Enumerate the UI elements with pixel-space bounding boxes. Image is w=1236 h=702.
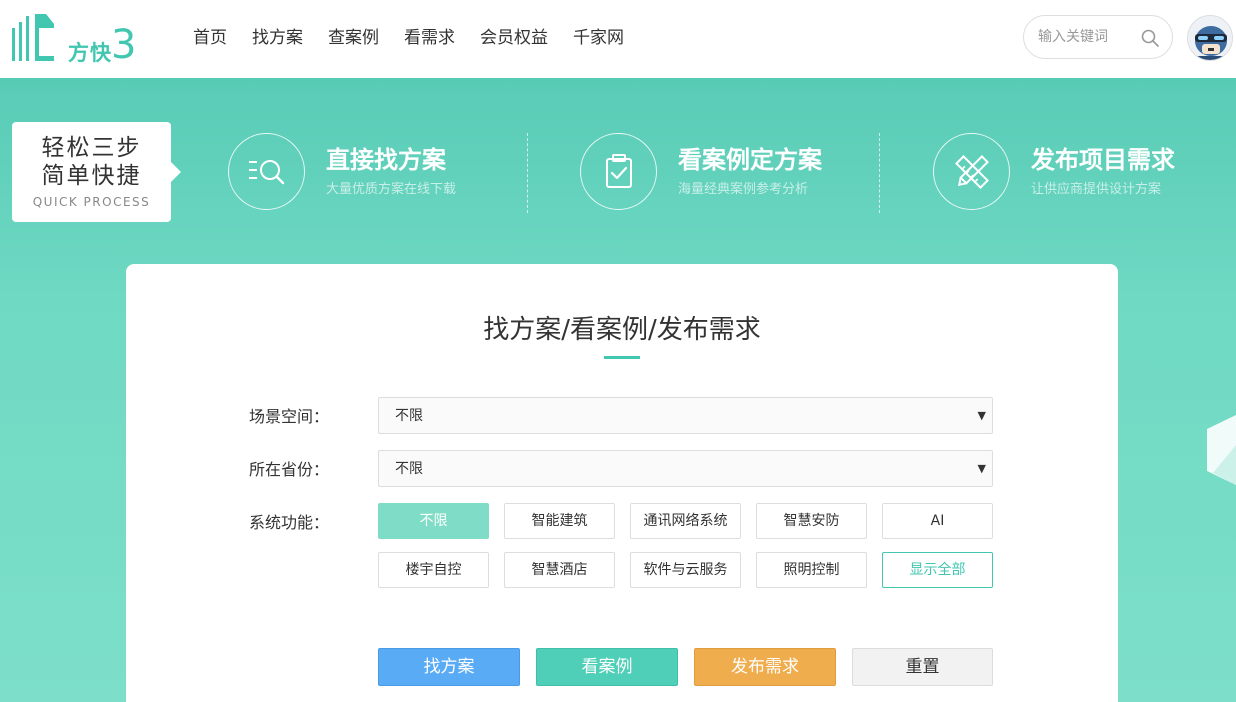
step-subtitle: 海量经典案例参考分析 — [678, 182, 809, 197]
step-title: 看案例定方案 — [678, 146, 822, 174]
tag-smart-building[interactable]: 智能建筑 — [504, 503, 615, 539]
tag-communication-network[interactable]: 通讯网络系统 — [630, 503, 741, 539]
chevron-down-icon: ▼ — [977, 409, 986, 422]
step-publish-demand[interactable]: 发布项目需求 让供应商提供设计方案 — [933, 133, 1223, 211]
nav-member-benefits[interactable]: 会员权益 — [480, 26, 548, 50]
step-icon-circle — [933, 133, 1010, 210]
title-underline — [604, 356, 640, 359]
logo-mark-icon — [12, 14, 54, 61]
side-decoration-icon — [1207, 415, 1236, 485]
step-subtitle: 大量优质方案在线下载 — [326, 182, 457, 197]
search-card: 找方案/看案例/发布需求 场景空间： 不限 ▼ 所在省份： 不限 ▼ 系统功能：… — [126, 264, 1118, 702]
scene-select[interactable]: 不限 ▼ — [378, 397, 993, 434]
chevron-down-icon: ▼ — [977, 462, 986, 475]
find-solution-button[interactable]: 找方案 — [378, 648, 520, 686]
nav-qianjia[interactable]: 千家网 — [573, 26, 624, 50]
logo-number: 3 — [111, 22, 137, 68]
robot-avatar-icon — [1188, 16, 1232, 60]
step-title: 发布项目需求 — [1031, 146, 1175, 174]
search-list-icon — [249, 160, 285, 185]
step-icon-circle — [580, 133, 657, 210]
province-label: 所在省份： — [249, 460, 330, 479]
quick-process-en: QUICK PROCESS — [32, 195, 151, 209]
logo-text: 方快 — [68, 41, 112, 65]
tag-unlimited[interactable]: 不限 — [378, 503, 489, 539]
publish-demand-button[interactable]: 发布需求 — [694, 648, 836, 686]
scene-label: 场景空间： — [249, 407, 330, 426]
tag-ai[interactable]: AI — [882, 503, 993, 539]
system-label: 系统功能： — [249, 513, 330, 532]
tag-software-cloud[interactable]: 软件与云服务 — [630, 552, 741, 588]
quick-line-1: 轻松三步 — [41, 135, 142, 161]
header: 方快 3 首页 找方案 查案例 看需求 会员权益 千家网 — [0, 0, 1236, 78]
reset-button[interactable]: 重置 — [852, 648, 993, 686]
step-title: 直接找方案 — [326, 146, 446, 174]
avatar[interactable] — [1187, 15, 1233, 61]
tag-smart-security[interactable]: 智慧安防 — [756, 503, 867, 539]
step-divider — [879, 133, 880, 213]
main-nav: 首页 找方案 查案例 看需求 会员权益 千家网 — [193, 26, 649, 50]
tag-lighting-control[interactable]: 照明控制 — [756, 552, 867, 588]
nav-find-solution[interactable]: 找方案 — [252, 26, 303, 50]
quick-process-box: 轻松三步 简单快捷 QUICK PROCESS — [12, 122, 181, 222]
nav-view-demand[interactable]: 看需求 — [404, 26, 455, 50]
scene-select-value: 不限 — [395, 408, 423, 424]
logo[interactable]: 方快 3 — [10, 10, 140, 68]
tag-building-automation[interactable]: 楼宇自控 — [378, 552, 489, 588]
clipboard-check-icon — [606, 154, 632, 188]
show-all-button[interactable]: 显示全部 — [882, 552, 993, 588]
step-subtitle: 让供应商提供设计方案 — [1031, 182, 1162, 197]
nav-home[interactable]: 首页 — [193, 26, 227, 50]
province-select-value: 不限 — [395, 461, 423, 477]
search-icon[interactable] — [1140, 28, 1160, 48]
pencil-ruler-icon — [955, 155, 989, 189]
tag-smart-hotel[interactable]: 智慧酒店 — [504, 552, 615, 588]
card-title: 找方案/看案例/发布需求 — [483, 315, 761, 345]
step-find-solution[interactable]: 直接找方案 大量优质方案在线下载 — [228, 133, 518, 211]
search-input[interactable] — [1038, 26, 1133, 48]
banner: 轻松三步 简单快捷 QUICK PROCESS 直接找方案 大量优质方案在线下载 — [0, 78, 1236, 702]
step-view-case[interactable]: 看案例定方案 海量经典案例参考分析 — [580, 133, 870, 211]
province-select[interactable]: 不限 ▼ — [378, 450, 993, 487]
nav-check-case[interactable]: 查案例 — [328, 26, 379, 50]
step-divider — [527, 133, 528, 213]
step-icon-circle — [228, 133, 305, 210]
view-case-button[interactable]: 看案例 — [536, 648, 678, 686]
search-box — [1023, 15, 1173, 59]
quick-line-2: 简单快捷 — [41, 163, 142, 189]
